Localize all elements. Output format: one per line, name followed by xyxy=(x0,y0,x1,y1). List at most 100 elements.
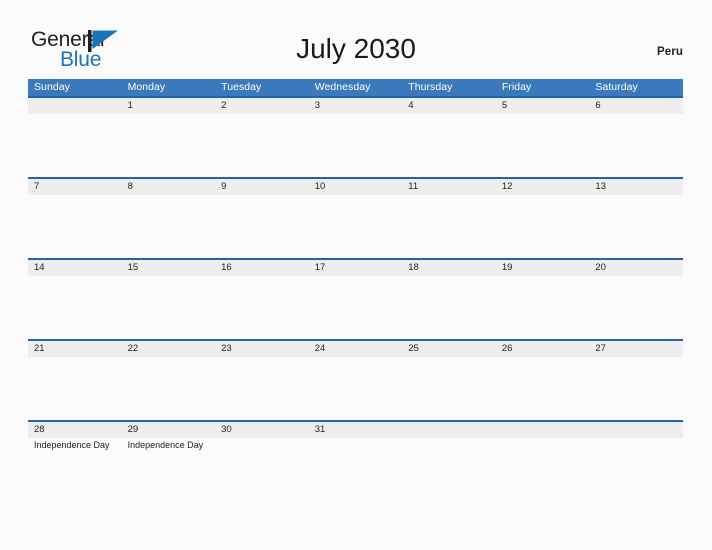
week-row: 7 8 9 10 11 12 13 xyxy=(28,177,683,258)
event-cell xyxy=(402,357,496,359)
day-number: 21 xyxy=(34,343,45,354)
day-number: 17 xyxy=(314,262,326,273)
day-cell[interactable]: 30 xyxy=(215,422,309,438)
event-cell xyxy=(28,195,122,197)
week-events-row xyxy=(28,195,683,197)
day-number: 26 xyxy=(501,343,513,354)
day-cell[interactable]: 23 xyxy=(215,341,309,357)
weekday-header-thursday: Thursday xyxy=(408,81,453,93)
day-number: 30 xyxy=(221,424,232,435)
day-cell[interactable]: 5 xyxy=(496,98,590,114)
day-number: 6 xyxy=(595,100,601,111)
event-cell xyxy=(309,438,403,451)
day-number: 31 xyxy=(314,424,326,435)
week-band: 21 22 23 24 25 26 27 xyxy=(28,339,683,357)
event-cell xyxy=(215,438,309,451)
event-cell xyxy=(589,114,683,116)
day-number: 14 xyxy=(34,262,45,273)
week-events-row xyxy=(28,357,683,359)
day-cell[interactable]: 1 xyxy=(122,98,216,114)
event-cell xyxy=(589,195,683,197)
weekday-header-saturday: Saturday xyxy=(595,81,638,93)
day-cell[interactable]: 26 xyxy=(496,341,590,357)
day-cell[interactable]: 10 xyxy=(309,179,403,195)
day-cell[interactable]: 4 xyxy=(402,98,496,114)
page-title: July 2030 xyxy=(296,33,416,64)
week-row: 14 15 16 17 18 19 20 xyxy=(28,258,683,339)
day-cell[interactable]: 25 xyxy=(402,341,496,357)
day-number: 25 xyxy=(408,343,419,354)
day-cell[interactable]: 11 xyxy=(402,179,496,195)
day-cell[interactable]: 19 xyxy=(496,260,590,276)
day-number: 2 xyxy=(221,100,227,111)
day-cell[interactable]: 9 xyxy=(215,179,309,195)
event-cell xyxy=(309,114,403,116)
weekday-header-friday: Friday xyxy=(501,81,532,93)
week-band: 14 15 16 17 18 19 20 xyxy=(28,258,683,276)
day-cell[interactable]: 15 xyxy=(122,260,216,276)
day-cell[interactable] xyxy=(496,422,590,438)
day-cell[interactable]: 22 xyxy=(122,341,216,357)
day-cell[interactable]: 17 xyxy=(309,260,403,276)
event-cell xyxy=(496,438,590,451)
day-cell[interactable]: 28 xyxy=(28,422,122,438)
event-cell xyxy=(402,195,496,197)
event-cell xyxy=(122,114,216,116)
day-number: 18 xyxy=(408,262,419,273)
day-cell[interactable]: 3 xyxy=(309,98,403,114)
day-number: 7 xyxy=(34,181,40,192)
day-cell[interactable]: 6 xyxy=(589,98,683,114)
day-cell[interactable]: 21 xyxy=(28,341,122,357)
weekday-header-wednesday: Wednesday xyxy=(314,81,371,93)
week-row: 1 2 3 4 5 6 xyxy=(28,96,683,177)
event-cell xyxy=(28,276,122,278)
event-cell: Independence Day xyxy=(122,438,216,451)
day-cell[interactable]: 12 xyxy=(496,179,590,195)
day-number: 1 xyxy=(127,100,133,111)
week-band: 28 29 30 31 xyxy=(28,420,683,438)
day-cell[interactable]: 7 xyxy=(28,179,122,195)
weekday-header-tuesday: Tuesday xyxy=(221,81,262,93)
day-cell[interactable]: 20 xyxy=(589,260,683,276)
event-text: Independence Day xyxy=(127,440,204,450)
day-number: 13 xyxy=(595,181,606,192)
event-cell xyxy=(122,357,216,359)
day-number: 11 xyxy=(408,181,419,192)
event-cell xyxy=(589,357,683,359)
day-cell[interactable]: 16 xyxy=(215,260,309,276)
event-cell xyxy=(309,357,403,359)
day-cell[interactable]: 13 xyxy=(589,179,683,195)
day-number: 8 xyxy=(127,181,133,192)
event-cell xyxy=(309,276,403,278)
day-cell[interactable] xyxy=(589,422,683,438)
day-cell[interactable]: 24 xyxy=(309,341,403,357)
day-number: 15 xyxy=(127,262,139,273)
day-cell[interactable]: 31 xyxy=(309,422,403,438)
event-cell xyxy=(589,276,683,278)
day-cell[interactable]: 2 xyxy=(215,98,309,114)
event-cell xyxy=(496,357,590,359)
day-cell[interactable]: 18 xyxy=(402,260,496,276)
day-cell[interactable]: 8 xyxy=(122,179,216,195)
week-band: 7 8 9 10 11 12 13 xyxy=(28,177,683,195)
day-number: 23 xyxy=(221,343,232,354)
event-cell xyxy=(122,195,216,197)
weekday-header-monday: Monday xyxy=(127,81,166,93)
day-cell[interactable]: 14 xyxy=(28,260,122,276)
day-cell[interactable]: 29 xyxy=(122,422,216,438)
event-cell xyxy=(122,276,216,278)
day-number: 24 xyxy=(314,343,326,354)
day-number: 10 xyxy=(314,181,326,192)
event-cell xyxy=(496,114,590,116)
day-cell[interactable]: 27 xyxy=(589,341,683,357)
page-header: General Blue July 2030 Peru xyxy=(0,0,712,79)
event-cell xyxy=(215,114,309,116)
week-row: 28 29 30 31 Independence Day Independenc… xyxy=(28,420,683,501)
day-cell[interactable] xyxy=(402,422,496,438)
event-cell xyxy=(402,276,496,278)
day-number: 9 xyxy=(221,181,227,192)
event-cell xyxy=(496,276,590,278)
week-events-row: Independence Day Independence Day xyxy=(28,438,683,451)
day-cell[interactable] xyxy=(28,98,122,114)
event-text: Independence Day xyxy=(34,440,110,450)
